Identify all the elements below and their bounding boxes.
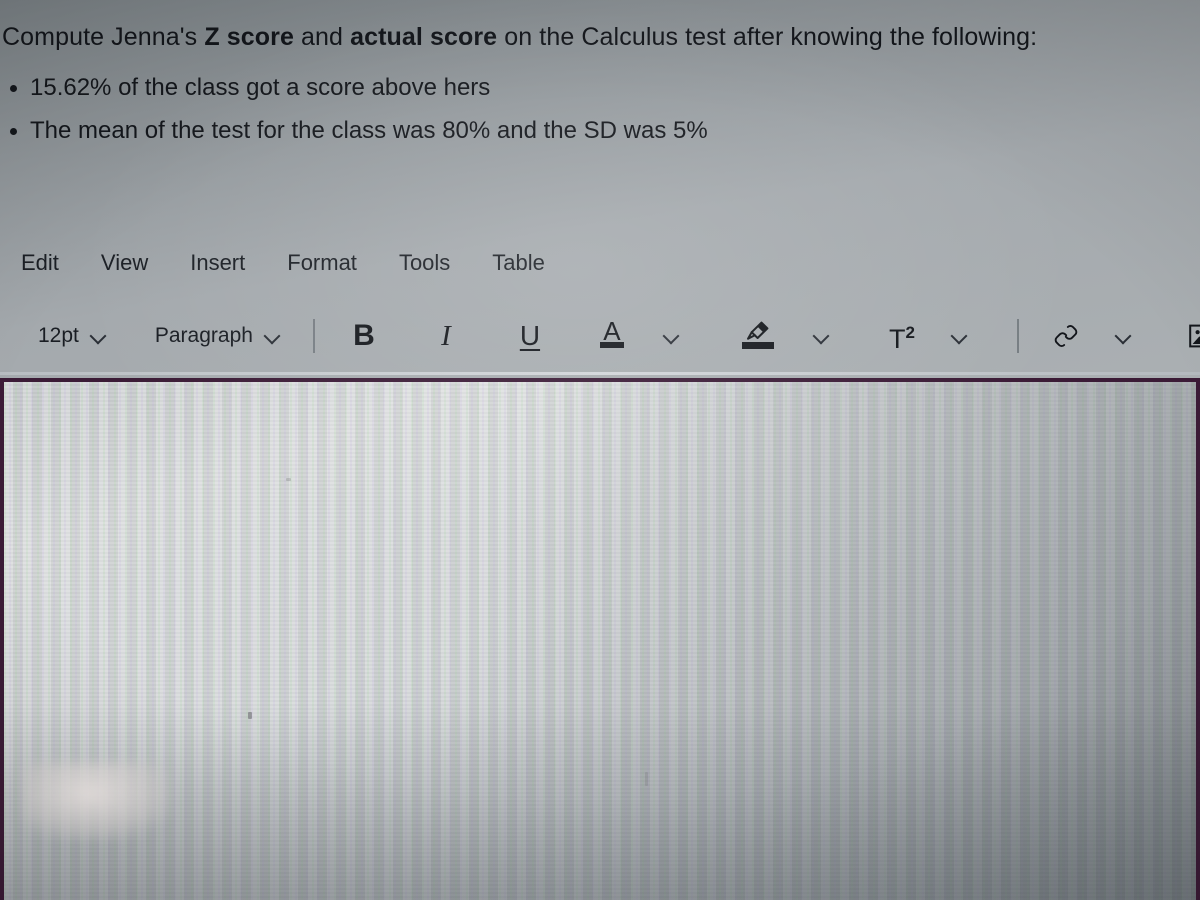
screen-scanline-texture: [4, 382, 1196, 900]
list-item: The mean of the test for the class was 8…: [10, 109, 1196, 152]
chevron-down-icon: [265, 328, 281, 344]
image-button[interactable]: [1179, 316, 1200, 356]
editor-toolbar: 12pt Paragraph B I U A T2: [0, 310, 1200, 362]
chevron-down-icon: [952, 328, 968, 344]
text-color-label: A: [603, 316, 621, 346]
superscript-base: T: [888, 324, 906, 354]
chevron-down-icon: [1116, 328, 1132, 344]
bold-label: B: [353, 319, 375, 352]
editor-shading-overlay: [4, 382, 1196, 900]
editor-menubar: Edit View Insert Format Tools Table: [0, 246, 566, 280]
question-heading: Compute Jenna's Z score and actual score…: [2, 22, 1196, 52]
menu-item-table[interactable]: Table: [471, 246, 566, 280]
question-heading-bold-z-score: Z score: [204, 23, 294, 51]
chevron-down-icon: [664, 328, 680, 344]
highlighter-icon: [741, 316, 775, 356]
screen-moire-texture: [4, 382, 1196, 900]
font-size-dropdown[interactable]: 12pt: [28, 324, 117, 348]
superscript-dropdown[interactable]: [937, 316, 983, 356]
list-item: 15.62% of the class got a score above he…: [10, 66, 1196, 109]
link-icon: [1051, 323, 1081, 349]
italic-label: I: [441, 320, 451, 352]
font-size-value: 12pt: [38, 324, 79, 347]
menu-item-insert[interactable]: Insert: [169, 246, 266, 280]
underline-label: U: [519, 320, 541, 351]
italic-button[interactable]: I: [423, 316, 469, 356]
superscript-button[interactable]: T2: [879, 316, 925, 356]
question-bullet-list: 15.62% of the class got a score above he…: [2, 66, 1196, 152]
editor-top-highlight: [0, 372, 1200, 375]
toolbar-separator: [1016, 319, 1019, 353]
question-heading-post: on the Calculus test after knowing the f…: [497, 23, 1038, 51]
menu-item-tools[interactable]: Tools: [378, 246, 471, 280]
link-dropdown[interactable]: [1101, 316, 1147, 356]
superscript-exponent: 2: [905, 323, 915, 342]
dust-speck: [248, 712, 252, 719]
camera-glare: [22, 762, 172, 840]
link-button[interactable]: [1043, 316, 1089, 356]
menu-item-format[interactable]: Format: [266, 246, 378, 280]
underline-button[interactable]: U: [507, 316, 553, 356]
paragraph-style-dropdown[interactable]: Paragraph: [145, 324, 291, 348]
highlighter-button[interactable]: [735, 316, 781, 356]
text-color-swatch-bar: [599, 342, 624, 348]
question-heading-bold-actual-score: actual score: [350, 23, 498, 51]
image-icon: [1188, 323, 1200, 349]
photographed-screen: Compute Jenna's Z score and actual score…: [0, 0, 1200, 900]
toolbar-separator: [312, 319, 315, 353]
text-color-icon: A: [597, 316, 627, 356]
menu-item-edit[interactable]: Edit: [0, 246, 80, 280]
question-prompt: Compute Jenna's Z score and actual score…: [0, 0, 1200, 152]
question-heading-mid: and: [293, 23, 351, 51]
highlighter-swatch-bar: [741, 342, 774, 349]
dust-speck: [286, 478, 291, 481]
text-color-button[interactable]: A: [589, 316, 635, 356]
superscript-label: T2: [889, 319, 915, 353]
paragraph-style-value: Paragraph: [154, 324, 253, 347]
highlighter-dropdown[interactable]: [799, 316, 845, 356]
rich-text-editor-body[interactable]: [0, 378, 1200, 900]
menu-item-view[interactable]: View: [80, 246, 169, 280]
chevron-down-icon: [91, 328, 107, 344]
chevron-down-icon: [814, 328, 830, 344]
text-color-dropdown[interactable]: [649, 316, 695, 356]
question-heading-pre: Compute Jenna's: [2, 23, 205, 51]
bold-button[interactable]: B: [341, 316, 387, 356]
dust-speck: [645, 772, 648, 786]
